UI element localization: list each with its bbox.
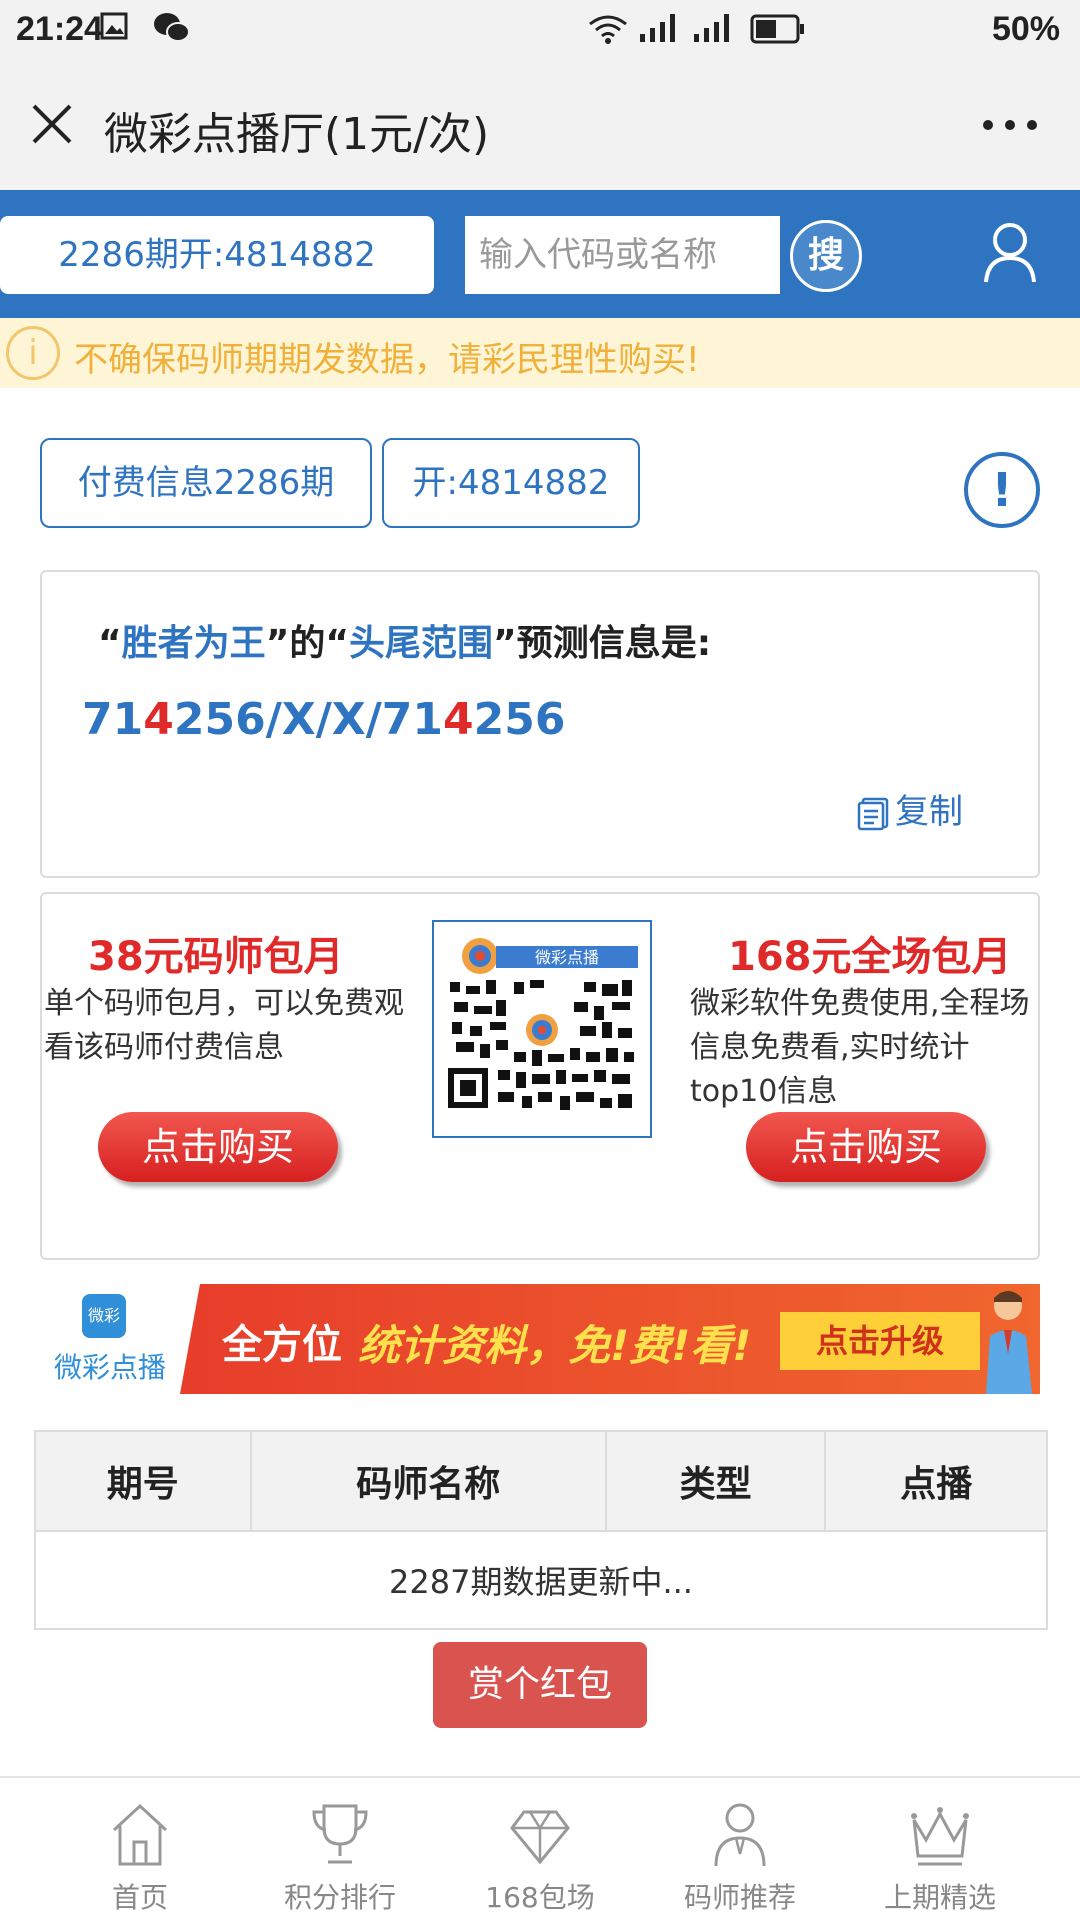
nav-item-ranking[interactable]: 积分排行 — [240, 1778, 440, 1920]
copy-label: 复制 — [895, 792, 963, 832]
page-title: 微彩点播厅(1元/次) — [104, 109, 490, 160]
trophy-icon — [312, 1804, 368, 1864]
wechat-icon — [154, 13, 190, 42]
prediction-value: 714256/X/X/714256 — [82, 694, 566, 745]
copy-icon — [857, 797, 889, 830]
logo-text: 微彩点播 — [53, 1351, 166, 1384]
search-button[interactable]: 搜 — [790, 220, 862, 292]
monthly-master-title: 38元码师包月 — [88, 934, 344, 980]
nav-item-home[interactable]: 首页 — [40, 1778, 240, 1920]
monthly-master-desc: 单个码师包月，可以免费观看该码师付费信息 — [44, 986, 404, 1065]
wifi-icon — [589, 15, 627, 44]
gallery-icon — [100, 12, 128, 40]
logo-mark: 微彩 — [82, 1294, 126, 1338]
paid-info-button[interactable]: 付费信息2286期 — [40, 438, 372, 528]
column-header-master: 码师名称 — [249, 1430, 607, 1532]
warning-bar: i 不确保码师期期发数据，请彩民理性购买! — [0, 318, 1080, 388]
table-row: 2287期数据更新中... — [34, 1530, 1048, 1630]
prediction-heading: “胜者为王”的“头尾范围”预测信息是: — [98, 623, 712, 664]
records-table: 期号 码师名称 类型 点播 2287期数据更新中... — [34, 1430, 1048, 1630]
title-bar: 微彩点播厅(1元/次) — [0, 62, 1080, 190]
nav-item-featured[interactable]: 上期精选 — [840, 1778, 1040, 1920]
prediction-category: 头尾范围 — [349, 623, 494, 664]
prediction-card: “胜者为王”的“头尾范围”预测信息是: 714256/X/X/714256 复制 — [40, 570, 1040, 878]
column-header-type: 类型 — [604, 1430, 827, 1532]
column-header-period: 期号 — [34, 1430, 252, 1532]
more-options-icon[interactable] — [980, 118, 1040, 132]
upgrade-button[interactable]: 点击升级 — [780, 1312, 980, 1370]
status-time: 21:24 — [16, 10, 103, 48]
column-header-play: 点播 — [824, 1430, 1048, 1532]
bottom-nav: 首页 积分排行 168包场 码师推荐 上期精选 — [0, 1776, 1080, 1920]
battery-percent: 50% — [991, 10, 1060, 48]
banner-text-main: 全方位 — [222, 1322, 342, 1368]
warning-icon: i — [6, 326, 60, 380]
copy-button[interactable]: 复制 — [857, 784, 963, 833]
status-bar: 21:24 50% — [0, 0, 1080, 62]
nav-item-168[interactable]: 168包场 — [440, 1778, 640, 1920]
app-logo: 微彩 微彩点播 — [40, 1294, 180, 1394]
warning-text: 不确保码师期期发数据，请彩民理性购买! — [74, 340, 700, 380]
full-access-title: 168元全场包月 — [728, 934, 1012, 980]
table-status-row: 2287期数据更新中... — [34, 1530, 1048, 1630]
subscription-promo-card: 38元码师包月 单个码师包月，可以免费观看该码师付费信息 点击购买 微彩点播 1… — [40, 892, 1040, 1260]
signal-icon-2 — [694, 14, 729, 42]
reward-button[interactable]: 赏个红包 — [433, 1642, 647, 1728]
user-icon[interactable] — [982, 220, 1038, 284]
upgrade-banner[interactable]: 微彩 微彩点播 全方位 统计资料，免!费!看! 点击升级 — [40, 1284, 1040, 1394]
search-input[interactable] — [465, 216, 780, 294]
buy-full-access-button[interactable]: 点击购买 — [746, 1112, 986, 1182]
crown-icon — [911, 1807, 969, 1866]
person-illustration-icon — [986, 1291, 1032, 1394]
banner-text-highlight: 统计资料，免!费!看! — [358, 1321, 752, 1370]
nav-item-recommend[interactable]: 码师推荐 — [640, 1778, 840, 1920]
qr-caption: 微彩点播 — [535, 948, 599, 967]
diamond-icon — [510, 1810, 570, 1865]
open-result-button[interactable]: 开:4814882 — [382, 438, 640, 528]
person-icon — [714, 1803, 766, 1867]
buy-monthly-master-button[interactable]: 点击购买 — [98, 1112, 338, 1182]
qr-code-image: 微彩点播 — [448, 938, 638, 1122]
info-icon[interactable]: ! — [964, 452, 1040, 528]
master-name[interactable]: 胜者为王 — [122, 623, 266, 664]
close-icon[interactable] — [30, 102, 74, 146]
battery-icon — [750, 14, 804, 44]
period-result-box[interactable]: 2286期开:4814882 — [0, 216, 434, 294]
signal-icon — [640, 14, 675, 42]
qr-code: 微彩点播 — [432, 920, 652, 1138]
search-header: 2286期开:4814882 搜 — [0, 190, 1080, 318]
full-access-desc: 微彩软件免费使用,全程场信息免费看,实时统计top10信息 — [690, 986, 1030, 1109]
home-icon — [112, 1803, 168, 1866]
